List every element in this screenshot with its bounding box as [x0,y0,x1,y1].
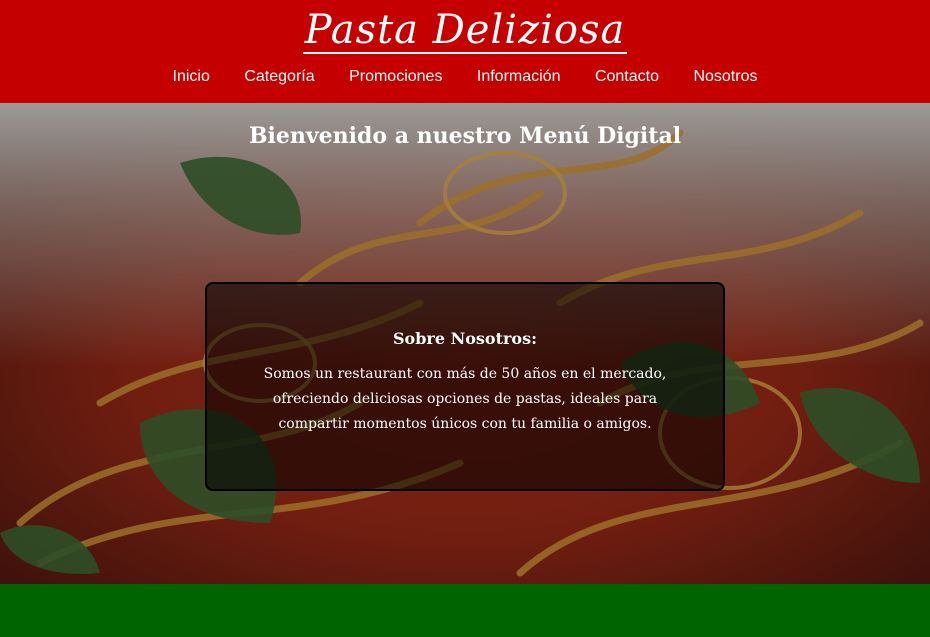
nav-item-promociones[interactable]: Promociones [349,68,442,86]
nav-item-categoria[interactable]: Categoría [244,68,314,86]
about-text: Somos un restaurant con más de 50 años e… [263,366,667,432]
site-header: Pasta Deliziosa Inicio Categoría Promoci… [0,0,930,103]
about-title: Sobre Nosotros: [393,329,537,348]
nav-item-nosotros[interactable]: Nosotros [693,68,757,86]
nav-item-contacto[interactable]: Contacto [595,68,659,86]
brand-logo[interactable]: Pasta Deliziosa [302,8,628,54]
main-nav: Inicio Categoría Promociones Información… [0,68,930,86]
nav-item-informacion[interactable]: Información [477,68,561,86]
hero-title: Bienvenido a nuestro Menú Digital [248,123,682,149]
nav-item-inicio[interactable]: Inicio [173,68,210,86]
about-card: Sobre Nosotros: Somos un restaurant con … [205,282,725,491]
hero-section: Bienvenido a nuestro Menú Digital Sobre … [0,103,930,584]
site-footer [0,584,930,637]
